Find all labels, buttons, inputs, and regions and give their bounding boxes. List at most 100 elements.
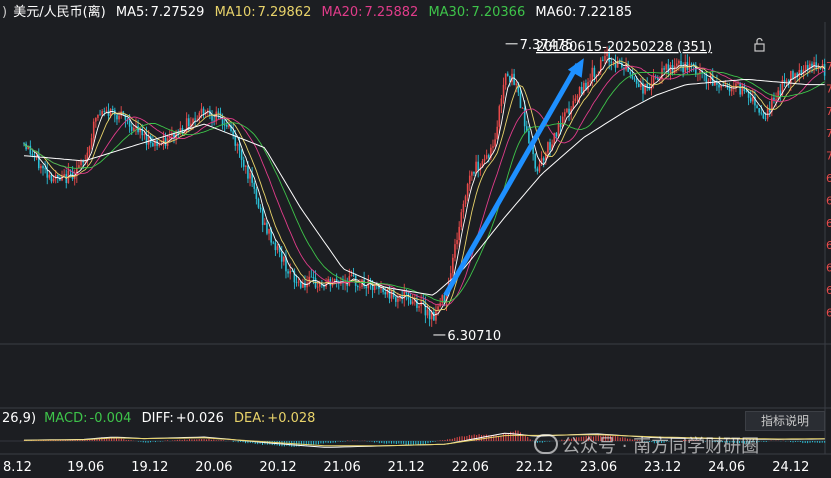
candle-body (473, 172, 475, 174)
candle-body (498, 106, 501, 127)
price-tick-label: 6 (826, 217, 831, 230)
candle-body (365, 286, 368, 289)
candle-body (23, 142, 25, 144)
candle-body (716, 82, 718, 85)
low-marker-label: 6.30710 (447, 329, 501, 344)
price-tick-label: 6 (826, 306, 831, 319)
candle-body (644, 83, 646, 94)
macd-legend: 26,9) MACD: -0.004 DIFF: +0.026 DEA: +0.028 (2, 411, 321, 426)
candle-body (745, 91, 748, 92)
ma5-value: 7.27529 (150, 5, 205, 20)
candle-body (264, 222, 266, 225)
candle-body (587, 81, 589, 90)
candle-body (528, 130, 530, 144)
candle-body (500, 98, 503, 107)
time-tick-label: 24.06 (708, 460, 745, 475)
price-tick-label: 6 (826, 262, 831, 275)
candle-body (226, 124, 228, 127)
candle-body (680, 60, 682, 66)
candle-body (452, 257, 454, 274)
candle-body (350, 274, 353, 277)
candle-body (435, 310, 437, 321)
candle-body (547, 142, 549, 153)
indicator-help-button[interactable]: 指标说明 (745, 411, 825, 431)
candle-body (80, 160, 82, 166)
candle-body (202, 108, 205, 115)
candle-body (665, 64, 668, 70)
candle-body (158, 144, 161, 146)
ma60-value: 7.22185 (578, 5, 633, 20)
time-tick-label: 24.12 (772, 460, 809, 475)
candle-body (534, 154, 537, 169)
dea-value: +0.028 (267, 411, 316, 426)
candle-body (720, 85, 722, 88)
candle-body (48, 174, 51, 178)
candle-body (766, 108, 769, 119)
candle-body (133, 127, 135, 131)
candle-body (487, 155, 490, 158)
candle-body (31, 153, 34, 156)
price-tick-label: 6 (826, 284, 831, 297)
candle-body (775, 99, 777, 100)
candle-body (756, 105, 758, 109)
candle-body (589, 80, 591, 82)
range-label: 20180615-20250228 (351) (536, 40, 712, 55)
ma5-label: MA5: (115, 5, 149, 20)
candle-body (494, 139, 496, 147)
candle-body (762, 113, 765, 119)
candle-body (568, 108, 570, 114)
candle-body (454, 244, 456, 258)
candle-body (50, 174, 53, 182)
candle-body (318, 283, 321, 287)
usd-cnh-kline-chart[interactable]: 7.374756.3071020180615-20250228 (351) 8.… (0, 0, 831, 478)
candle-body (352, 274, 355, 276)
candle-body (397, 298, 399, 302)
macd-params: 26,9) (2, 411, 37, 426)
candle-body (576, 95, 579, 99)
candle-body (806, 65, 809, 70)
candle-body (306, 282, 308, 288)
ma10-label: MA10: (214, 5, 256, 20)
candle-body (502, 84, 505, 99)
candle-body (380, 288, 382, 290)
candle-body (564, 112, 566, 117)
candle-body (804, 65, 807, 70)
candle-body (485, 155, 488, 159)
ma30-value: 7.20366 (471, 5, 526, 20)
candle-body (475, 161, 477, 174)
candle-body (538, 164, 541, 172)
candle-body (460, 212, 463, 227)
candle-body (29, 145, 32, 154)
candle-body (90, 138, 93, 147)
candle-body (819, 68, 822, 69)
candle-body (675, 63, 678, 66)
candle-body (63, 174, 65, 176)
candle-body (515, 83, 518, 85)
candle-body (506, 73, 509, 76)
candle-body (813, 62, 815, 68)
price-tick-label: 7 (826, 82, 831, 95)
ma60-label: MA60: (535, 5, 577, 20)
candle-body (247, 165, 249, 179)
candle-body (240, 150, 243, 160)
candle-body (557, 123, 560, 137)
candle-body (130, 126, 133, 131)
candle-body (635, 79, 638, 84)
candle-body (299, 281, 302, 288)
candle-body (274, 242, 277, 251)
candle-body (40, 166, 42, 169)
candle-body (143, 133, 146, 136)
time-tick-label: 20.12 (259, 460, 296, 475)
ma20-value: 7.25882 (364, 5, 419, 20)
candle-body (477, 161, 480, 171)
candle-body (154, 140, 156, 147)
candle-body (395, 297, 397, 302)
price-tick-label: 6 (826, 239, 831, 252)
candle-body (418, 305, 420, 308)
candle-body (310, 276, 313, 278)
candle-body (211, 115, 213, 121)
candle-body (221, 118, 224, 125)
candle-body (97, 114, 99, 118)
candle-body (223, 124, 226, 126)
candle-body (42, 166, 44, 169)
